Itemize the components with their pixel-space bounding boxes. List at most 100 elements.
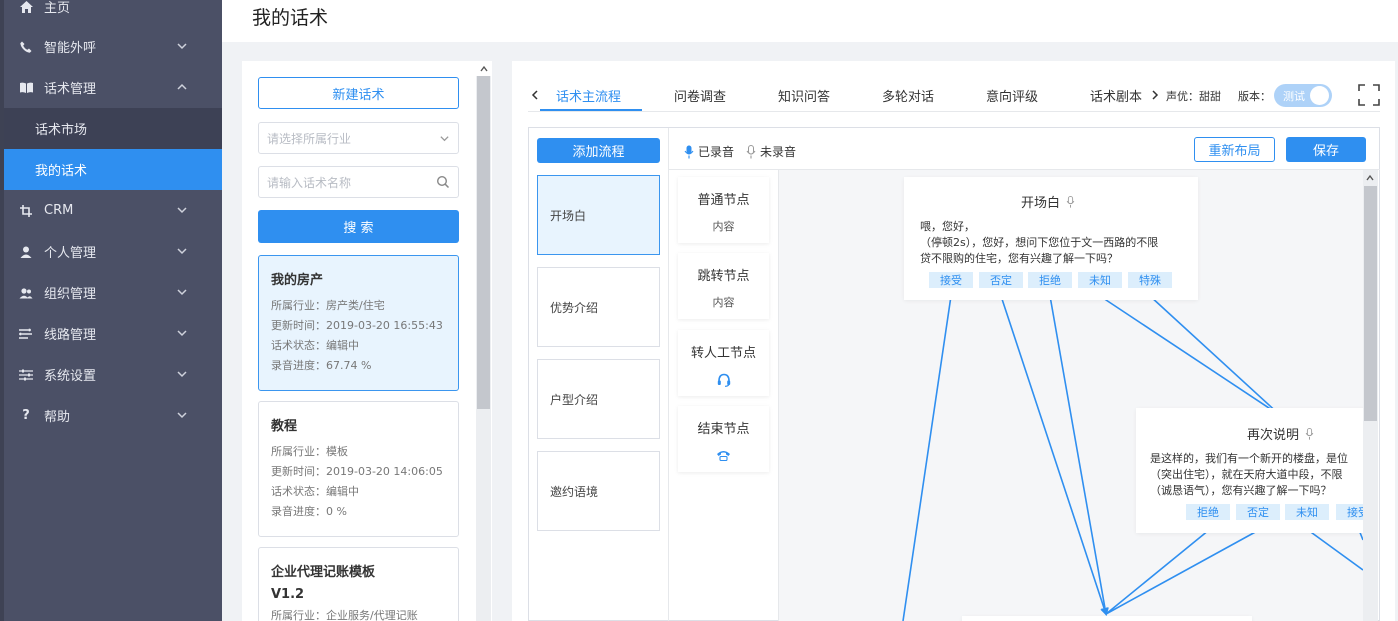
script-card[interactable]: 企业代理记账模板 V1.2 所属行业：企业服务/代理记账: [258, 547, 459, 621]
headset-icon: [717, 373, 730, 387]
voice-label: 声优：甜甜: [1166, 90, 1221, 103]
sidebar-item-org[interactable]: 组织管理: [4, 272, 222, 313]
legend-recorded-label: 已录音: [698, 145, 735, 159]
node-type-sub: 内容: [712, 296, 735, 309]
page-header: [222, 0, 1398, 42]
branch-negate[interactable]: 否定: [1236, 504, 1280, 520]
branch-accept[interactable]: 接受: [929, 272, 973, 288]
edge-unknown-to-node2: [1099, 295, 1283, 418]
sidebar-item-home[interactable]: 主页: [4, 0, 222, 27]
flow-node-partial[interactable]: [962, 616, 1252, 621]
phone-icon: [18, 41, 34, 53]
branch-accept[interactable]: 接受: [1336, 504, 1363, 520]
toggle-knob: [1310, 86, 1329, 105]
mic-unrecorded-icon: [1305, 427, 1314, 440]
search-icon: [436, 175, 450, 189]
submenu-item-my-scripts[interactable]: 我的话术: [4, 149, 222, 190]
node-type-transfer[interactable]: 转人工节点: [678, 330, 769, 396]
branch-special[interactable]: 特殊: [1128, 272, 1172, 288]
node-type-jump[interactable]: 跳转节点 内容: [678, 253, 769, 319]
flow-node-opening[interactable]: 开场白 喂，您好， （停顿2s），您好，想问下您位于文一西路的不限 贷不限购的住…: [904, 177, 1198, 300]
legend-not-recorded: 未录音: [746, 143, 796, 160]
node-type-title: 结束节点: [697, 422, 750, 437]
tab-script-scenario[interactable]: 话术剧本: [1090, 86, 1142, 105]
tabs-next-icon[interactable]: [1150, 89, 1160, 101]
script-card-industry: 所属行业：企业服务/代理记账: [271, 609, 418, 621]
sidebar-item-label: CRM: [44, 203, 74, 218]
script-card-title: 教程: [271, 419, 298, 434]
node-text-line: （停顿2s），您好，想问下您位于文一西路的不限: [920, 236, 1159, 249]
script-card-industry: 所属行业：房产类/住宅: [271, 299, 385, 312]
script-card-status: 话术状态：编辑中: [271, 485, 359, 498]
sidebar-item-crm[interactable]: CRM: [4, 190, 222, 231]
branch-unknown[interactable]: 未知: [1285, 504, 1329, 520]
sliders-icon: [18, 369, 34, 381]
sidebar-item-route[interactable]: 线路管理: [4, 313, 222, 354]
script-card-progress: 录音进度：67.74 %: [271, 359, 372, 372]
script-card-title: 企业代理记账模板: [271, 565, 376, 580]
flow-item[interactable]: 开场白: [537, 175, 660, 255]
branch-reject[interactable]: 拒绝: [1186, 504, 1230, 520]
sidebar-item-help[interactable]: ? 帮助: [4, 395, 222, 436]
flow-item[interactable]: 优势介绍: [537, 267, 660, 347]
scroll-up-icon[interactable]: [1365, 173, 1375, 183]
flow-item[interactable]: 邀约语境: [537, 451, 660, 531]
tab-questionnaire[interactable]: 问卷调查: [674, 86, 726, 105]
edge-accept-down: [902, 295, 952, 621]
version-toggle[interactable]: 测试: [1274, 84, 1332, 107]
branch-unknown[interactable]: 未知: [1078, 272, 1122, 288]
script-card-status: 话术状态：编辑中: [271, 339, 359, 352]
tabs-prev-icon[interactable]: [530, 89, 540, 101]
script-name-placeholder: 请输入话术名称: [267, 175, 352, 190]
chevron-down-icon: [177, 412, 187, 419]
edge-negate-down: [1000, 295, 1108, 616]
script-card[interactable]: 我的房产 所属行业：房产类/住宅 更新时间：2019-03-20 16:55:4…: [258, 255, 459, 391]
node-type-sub: 内容: [712, 220, 735, 233]
sidebar-item-outbound[interactable]: 智能外呼: [4, 26, 222, 67]
script-card[interactable]: 教程 所属行业：模板 更新时间：2019-03-20 14:06:05 话术状态…: [258, 401, 459, 537]
script-card-version: V1.2: [271, 587, 305, 602]
edge-reject-down: [1049, 295, 1109, 616]
node-type-title: 普通节点: [697, 193, 750, 208]
save-button[interactable]: 保存: [1286, 137, 1366, 162]
canvas-scrollbar-thumb[interactable]: [1364, 186, 1377, 421]
scroll-up-icon[interactable]: [479, 64, 489, 74]
tab-main-flow[interactable]: 话术主流程: [556, 86, 621, 105]
node-type-end[interactable]: 结束节点: [678, 406, 769, 472]
tab-multi-turn[interactable]: 多轮对话: [882, 86, 934, 105]
add-flow-button[interactable]: 添加流程: [537, 138, 660, 163]
new-script-button[interactable]: 新建话术: [258, 77, 459, 109]
mic-recorded-icon: [684, 145, 694, 158]
branch-reject[interactable]: 拒绝: [1028, 272, 1072, 288]
relayout-button[interactable]: 重新布局: [1194, 137, 1275, 162]
flow-canvas[interactable]: 开场白 喂，您好， （停顿2s），您好，想问下您位于文一西路的不限 贷不限购的住…: [779, 170, 1363, 621]
sidebar-item-personal[interactable]: 个人管理: [4, 231, 222, 272]
list-scrollbar-thumb[interactable]: [477, 76, 490, 409]
branch-negate[interactable]: 否定: [979, 272, 1023, 288]
script-card-title: 我的房产: [271, 273, 324, 288]
tab-knowledge-qa[interactable]: 知识问答: [778, 86, 830, 105]
version-label: 版本：: [1238, 90, 1271, 103]
chevron-down-icon: [440, 136, 449, 142]
node-type-normal[interactable]: 普通节点 内容: [678, 177, 769, 243]
flow-item[interactable]: 户型介绍: [537, 359, 660, 439]
submenu-item-market[interactable]: 话术市场: [4, 108, 222, 149]
sidebar-item-script-mgmt[interactable]: 话术管理: [4, 67, 222, 108]
node-text-line: 喂，您好，: [920, 220, 975, 233]
node-title-text: 开场白: [1021, 196, 1061, 211]
node-text-line: （诚恳语气），您有兴趣了解一下吗？: [1150, 484, 1332, 497]
script-card-industry: 所属行业：模板: [271, 445, 348, 458]
version-toggle-label: 测试: [1283, 90, 1305, 103]
fullscreen-icon[interactable]: [1358, 84, 1380, 106]
sidebar-item-settings[interactable]: 系统设置: [4, 354, 222, 395]
flow-node-re-explain[interactable]: 再次说明 是这样的，我们有一个新开的楼盘，是位 （突出住宅），就在天府大道中段，…: [1136, 408, 1363, 533]
submenu-item-label: 我的话术: [35, 164, 88, 179]
sidebar-item-label: 话术管理: [44, 82, 97, 97]
industry-select[interactable]: 请选择所属行业: [258, 122, 459, 154]
chevron-up-icon: [177, 83, 187, 90]
node-text-line: 是这样的，我们有一个新开的楼盘，是位: [1150, 452, 1348, 465]
script-name-input[interactable]: 请输入话术名称: [258, 166, 459, 198]
search-button[interactable]: 搜 索: [258, 210, 459, 243]
mic-unrecorded-icon: [1066, 195, 1075, 208]
tab-intent-rating[interactable]: 意向评级: [986, 86, 1038, 105]
